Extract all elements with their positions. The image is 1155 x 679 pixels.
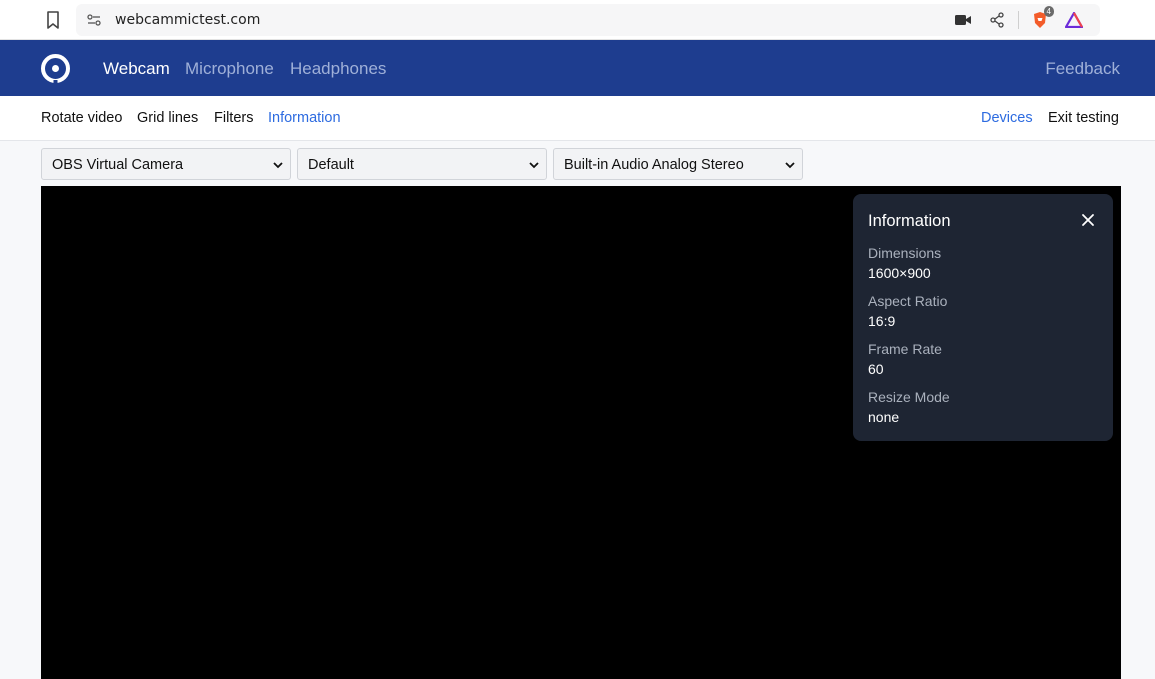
resolution-select-value: Default bbox=[308, 157, 354, 173]
brave-shields-icon[interactable]: 4 bbox=[1023, 6, 1057, 32]
browser-toolbar: webcammictest.com 4 bbox=[0, 0, 1155, 40]
info-aspect-ratio: Aspect Ratio 16:9 bbox=[868, 291, 947, 331]
info-dimensions: Dimensions 1600×900 bbox=[868, 243, 941, 283]
exit-testing-button[interactable]: Exit testing bbox=[1048, 110, 1119, 126]
info-value: 16:9 bbox=[868, 313, 896, 329]
audio-select[interactable]: Built-in Audio Analog Stereo bbox=[553, 148, 803, 180]
chevron-down-icon bbox=[273, 162, 283, 169]
resolution-select[interactable]: Default bbox=[297, 148, 547, 180]
site-header: Webcam Microphone Headphones Feedback bbox=[0, 40, 1155, 96]
tab-headphones[interactable]: Headphones bbox=[290, 59, 386, 79]
devices-button[interactable]: Devices bbox=[981, 110, 1033, 126]
filters-button[interactable]: Filters bbox=[214, 110, 253, 126]
info-label: Aspect Ratio bbox=[868, 293, 948, 309]
info-value: 1600×900 bbox=[868, 265, 931, 281]
audio-select-value: Built-in Audio Analog Stereo bbox=[564, 157, 744, 173]
site-settings-icon[interactable] bbox=[86, 12, 102, 28]
information-button[interactable]: Information bbox=[268, 110, 341, 126]
tab-webcam[interactable]: Webcam bbox=[103, 59, 170, 79]
chevron-down-icon bbox=[529, 162, 539, 169]
rotate-video-button[interactable]: Rotate video bbox=[41, 110, 122, 126]
info-resize-mode: Resize Mode none bbox=[868, 387, 950, 427]
info-value: none bbox=[868, 409, 900, 425]
camera-select[interactable]: OBS Virtual Camera bbox=[41, 148, 291, 180]
feedback-link[interactable]: Feedback bbox=[1045, 59, 1120, 79]
info-value: 60 bbox=[868, 361, 884, 377]
info-label: Resize Mode bbox=[868, 389, 950, 405]
info-label: Dimensions bbox=[868, 245, 942, 261]
url-text[interactable]: webcammictest.com bbox=[115, 12, 260, 28]
grid-lines-button[interactable]: Grid lines bbox=[137, 110, 198, 126]
information-panel: Information Dimensions 1600×900 Aspect R… bbox=[853, 194, 1113, 441]
shields-count-badge: 4 bbox=[1043, 6, 1054, 17]
bookmark-icon[interactable] bbox=[45, 11, 61, 29]
test-toolbar: Rotate video Grid lines Filters Informat… bbox=[0, 96, 1155, 141]
toolbar-divider bbox=[1018, 11, 1019, 29]
close-icon[interactable] bbox=[1081, 213, 1095, 227]
browser-actions: 4 bbox=[946, 6, 1091, 32]
chevron-down-icon bbox=[785, 162, 795, 169]
info-panel-title: Information bbox=[868, 212, 951, 230]
share-icon[interactable] bbox=[980, 8, 1014, 32]
info-frame-rate: Frame Rate 60 bbox=[868, 339, 942, 379]
tab-microphone[interactable]: Microphone bbox=[185, 59, 274, 79]
brave-rewards-icon[interactable] bbox=[1057, 8, 1091, 32]
webcam-logo-icon[interactable] bbox=[40, 53, 71, 84]
camera-indicator-icon[interactable] bbox=[946, 8, 980, 32]
info-label: Frame Rate bbox=[868, 341, 942, 357]
camera-select-value: OBS Virtual Camera bbox=[52, 157, 184, 173]
